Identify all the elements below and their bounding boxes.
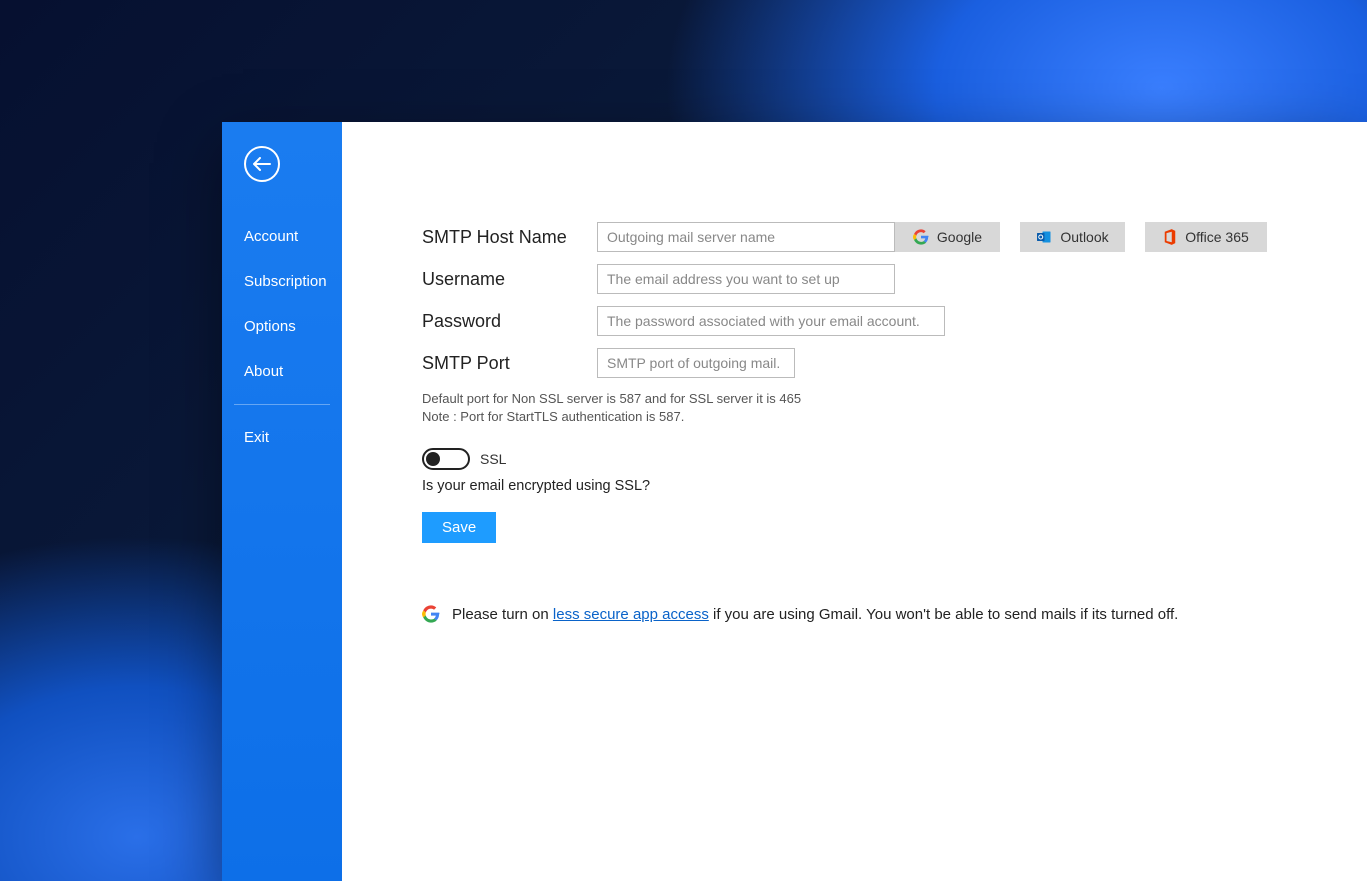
label-username: Username (422, 269, 597, 290)
ssl-toggle[interactable] (422, 448, 470, 470)
smtp-port-input[interactable] (597, 348, 795, 378)
settings-window: Account Subscription Options About Exit … (222, 122, 1367, 881)
row-username: Username (422, 264, 1367, 294)
row-host: SMTP Host Name Google (422, 222, 1367, 252)
provider-outlook-button[interactable]: Outlook (1020, 222, 1125, 252)
row-password: Password (422, 306, 1367, 336)
smtp-host-input[interactable] (597, 222, 895, 252)
smtp-form: SMTP Host Name Google (422, 222, 1367, 623)
notice-text: Please turn on less secure app access if… (452, 606, 1178, 623)
ssl-toggle-label: SSL (480, 451, 506, 467)
provider-google-button[interactable]: Google (895, 222, 1000, 252)
outlook-icon (1036, 229, 1052, 245)
less-secure-link[interactable]: less secure app access (553, 606, 709, 623)
content-pane: SMTP Host Name Google (342, 122, 1367, 881)
label-host: SMTP Host Name (422, 227, 597, 248)
sidebar-item-about[interactable]: About (222, 349, 342, 394)
label-password: Password (422, 311, 597, 332)
sidebar: Account Subscription Options About Exit (222, 122, 342, 881)
ssl-question-text: Is your email encrypted using SSL? (422, 478, 1367, 494)
google-icon (913, 229, 929, 245)
office365-icon (1163, 229, 1177, 245)
sidebar-divider (234, 404, 330, 405)
ssl-toggle-row: SSL (422, 448, 1367, 470)
provider-google-label: Google (937, 229, 982, 245)
sidebar-item-exit[interactable]: Exit (222, 415, 342, 460)
toggle-knob (426, 452, 440, 466)
sidebar-item-account[interactable]: Account (222, 214, 342, 259)
google-icon (422, 605, 440, 623)
back-button[interactable] (244, 146, 280, 182)
helper-line-2: Note : Port for StartTLS authentication … (422, 408, 1367, 426)
username-input[interactable] (597, 264, 895, 294)
port-helper-text: Default port for Non SSL server is 587 a… (422, 390, 1367, 426)
row-port: SMTP Port (422, 348, 1367, 378)
helper-line-1: Default port for Non SSL server is 587 a… (422, 390, 1367, 408)
arrow-left-icon (253, 157, 271, 171)
provider-office365-label: Office 365 (1185, 229, 1249, 245)
provider-outlook-label: Outlook (1060, 229, 1108, 245)
sidebar-item-options[interactable]: Options (222, 304, 342, 349)
notice-prefix: Please turn on (452, 606, 553, 623)
sidebar-item-subscription[interactable]: Subscription (222, 259, 342, 304)
notice-suffix: if you are using Gmail. You won't be abl… (709, 606, 1179, 623)
gmail-notice: Please turn on less secure app access if… (422, 605, 1367, 623)
label-port: SMTP Port (422, 353, 597, 374)
password-input[interactable] (597, 306, 945, 336)
save-button[interactable]: Save (422, 512, 496, 543)
provider-office365-button[interactable]: Office 365 (1145, 222, 1267, 252)
